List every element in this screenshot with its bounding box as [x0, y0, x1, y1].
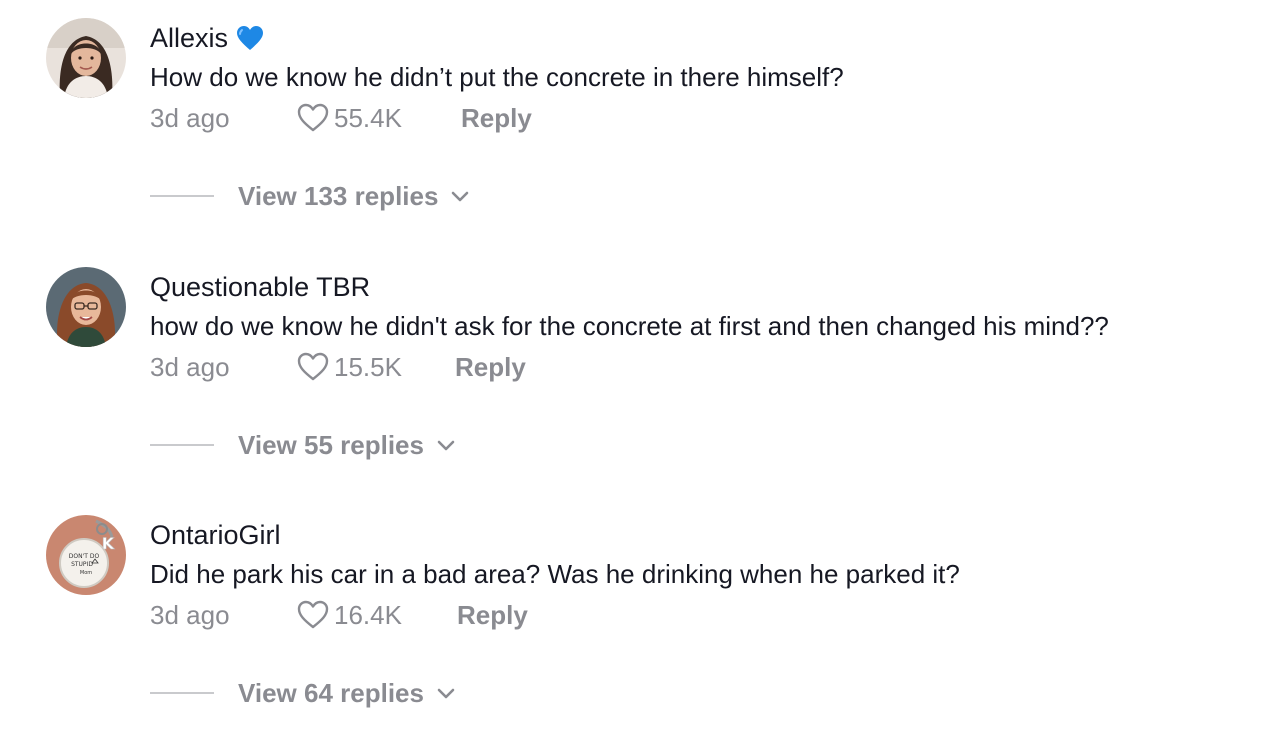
view-replies-button[interactable]: View 64 replies — [150, 673, 456, 713]
keychain-text-line-3: Mom — [80, 570, 92, 576]
avatar[interactable] — [46, 18, 126, 98]
username[interactable]: OntarioGirl — [150, 517, 281, 553]
username[interactable]: Questionable TBR — [150, 269, 370, 305]
comment-text: how do we know he didn't ask for the con… — [150, 311, 1109, 341]
keychain-letter: K — [102, 534, 115, 553]
username-text: Questionable TBR — [150, 272, 371, 302]
comment-age: 3d ago — [150, 600, 230, 630]
comment-text: How do we know he didn’t put the concret… — [150, 62, 844, 92]
like-button[interactable]: 15.5K — [296, 348, 402, 386]
blue-heart-icon — [236, 25, 264, 51]
comment-item: Questionable TBR how do we know he didn'… — [0, 249, 1268, 497]
username[interactable]: Allexis — [150, 20, 264, 56]
comment-item: Allexis How do we know he didn’t put the… — [0, 0, 1268, 248]
comment-text: Did he park his car in a bad area? Was h… — [150, 559, 960, 589]
comment-age: 3d ago — [150, 352, 230, 382]
like-count: 55.4K — [334, 103, 402, 133]
like-count: 15.5K — [334, 352, 402, 382]
keychain-text-line-2: STUPID — [71, 561, 93, 568]
heart-outline-icon — [297, 600, 329, 629]
divider-line — [150, 692, 214, 694]
avatar-image — [46, 267, 126, 347]
heart-outline-icon — [297, 352, 329, 381]
view-replies-label: View 133 replies — [238, 180, 439, 211]
chevron-down-icon — [452, 191, 469, 202]
reply-button[interactable]: Reply — [455, 348, 526, 386]
heart-outline-icon — [297, 103, 329, 132]
view-replies-button[interactable]: View 55 replies — [150, 425, 456, 465]
comment-age: 3d ago — [150, 103, 230, 133]
chevron-down-icon — [437, 440, 455, 451]
view-replies-label: View 64 replies — [238, 677, 424, 708]
like-button[interactable]: 55.4K — [296, 99, 402, 137]
avatar-image — [46, 18, 126, 98]
reply-button[interactable]: Reply — [461, 99, 532, 137]
view-replies-label: View 55 replies — [238, 429, 424, 460]
username-text: OntarioGirl — [150, 520, 281, 550]
avatar-image: DON'T DO STUPID Mom K — [46, 515, 126, 595]
like-count: 16.4K — [334, 600, 402, 630]
view-replies-button[interactable]: View 133 replies — [150, 176, 470, 216]
divider-line — [150, 195, 214, 197]
comment-item: DON'T DO STUPID Mom K OntarioGirl Did he… — [0, 497, 1268, 745]
reply-button[interactable]: Reply — [457, 596, 528, 634]
like-button[interactable]: 16.4K — [296, 596, 402, 634]
divider-line — [150, 444, 214, 446]
username-text: Allexis — [150, 23, 229, 53]
avatar[interactable] — [46, 267, 126, 347]
chevron-down-icon — [437, 688, 455, 699]
avatar[interactable]: DON'T DO STUPID Mom K — [46, 515, 126, 595]
